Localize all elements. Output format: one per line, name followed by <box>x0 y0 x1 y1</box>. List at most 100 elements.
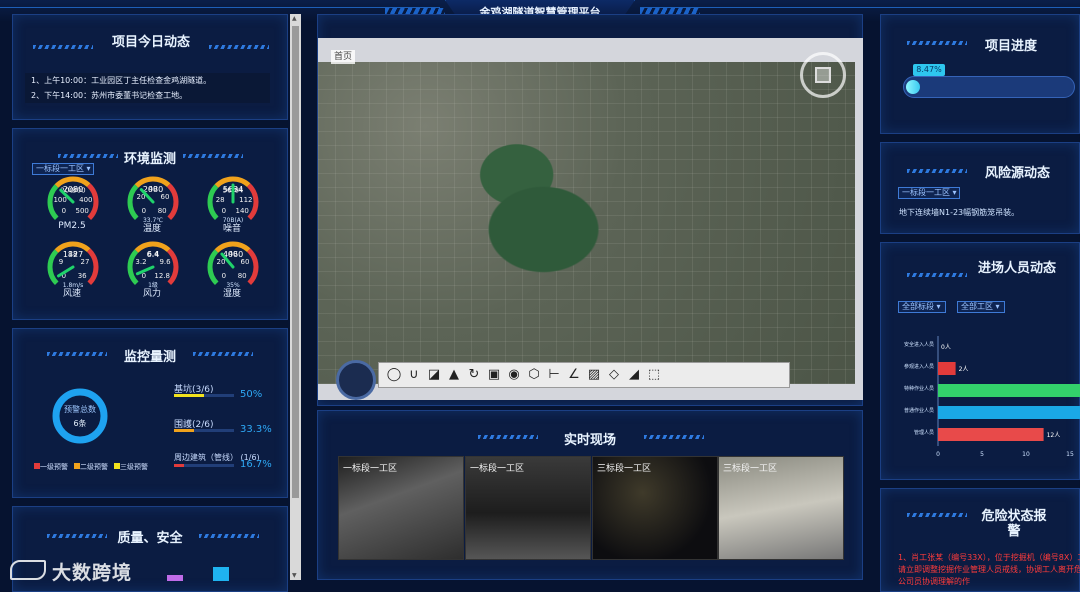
daily-item-2: 2、下午14:00：苏州市委董书记检查工地。 <box>31 91 188 100</box>
volume-icon[interactable]: ◇ <box>605 366 623 384</box>
gauge-tick-pm25-0: 0 <box>62 207 66 215</box>
alarm-line-1: 1、肖工张某（编号33X），位于挖掘机（编号8X）工 <box>898 553 1080 562</box>
magnet-icon[interactable]: ∪ <box>405 366 423 384</box>
satellite-map[interactable] <box>318 62 855 384</box>
gauge-tick-temperature-4: 80 <box>158 207 167 215</box>
warning-legend: 一级预警 二级预警 三级预警 <box>34 462 148 472</box>
watermark-text: 大数跨境 <box>52 562 133 584</box>
gauge-readout-wind-speed: 1827 <box>63 250 83 259</box>
scroll-up-arrow[interactable]: ▲ <box>292 15 297 22</box>
measure-distance-icon[interactable]: ⊢ <box>545 366 563 384</box>
camera-feed-2[interactable]: 一标段一工区 <box>465 456 591 560</box>
gauge-label-wind-force: 风力 <box>142 289 161 299</box>
map-home-button[interactable]: 首页 <box>331 50 355 64</box>
cube-icon[interactable]: ⬡ <box>525 366 543 384</box>
gauge-label-humidity: 湿度 <box>222 289 241 299</box>
title-deco-left <box>907 41 967 45</box>
scroll-thumb[interactable] <box>292 26 299 498</box>
gauge-tick-pm25-1: 100 <box>53 196 66 204</box>
scroll-down-arrow[interactable]: ▼ <box>292 572 297 579</box>
gauge-tick-noise-5: 140 <box>236 207 249 215</box>
daily-projects-panel: 项目今日动态 1、上午10:00：工业园区丁主任检查金鸡湖隧道。 2、下午14:… <box>12 14 288 120</box>
gauge-tick-noise-4: 112 <box>239 196 252 204</box>
title-deco-left <box>907 513 967 517</box>
mouse-icon[interactable]: ◯ <box>385 366 403 384</box>
personnel-bar-chart: 安全进入人员0人参观进入人员2人特种作业人员20人普通作业人员管理人员12人05… <box>904 336 1080 458</box>
watermark-logo <box>10 560 46 580</box>
alarm-title: 危险状态报警 <box>981 509 1047 539</box>
gauge-tick-wind-force-1: 3.2 <box>135 258 146 266</box>
personnel-bar-1 <box>938 362 956 375</box>
progress-fill <box>906 80 921 94</box>
camera-feed-3[interactable]: 三标段一工区 <box>592 456 718 560</box>
personnel-section-value: 全部标段 <box>902 302 934 311</box>
warning-total-ring <box>52 388 108 444</box>
daily-projects-title: 项目今日动态 <box>111 35 190 50</box>
personnel-value-label-1: 2人 <box>959 366 969 373</box>
personnel-area-select[interactable]: 全部工区 ▾ <box>957 301 1005 313</box>
gauge-label-pm25: PM2.5 <box>58 221 86 231</box>
gauge-readout-wind-force: 6.4 <box>147 250 160 259</box>
camera-label-2: 一标段一工区 <box>470 464 525 474</box>
view-icon[interactable]: ◉ <box>505 366 523 384</box>
terrain-icon[interactable]: ▲ <box>445 366 463 384</box>
left-scrollbar[interactable]: ▲ ▼ <box>290 14 301 580</box>
progress-title: 项目进度 <box>985 39 1038 54</box>
gauge-tick-noise-1: 28 <box>216 196 225 204</box>
monitor-bar-fill-3 <box>174 464 185 467</box>
gauge-label-noise: 噪音 <box>222 224 241 234</box>
title-deco-left <box>907 169 967 173</box>
camera-feed-1[interactable]: 一标段一工区 <box>338 456 464 560</box>
legend-text-2: 二级预警 <box>80 463 108 471</box>
camera-feed-4[interactable]: 三标段一工区 <box>718 456 844 560</box>
personnel-bar-3 <box>938 406 1080 419</box>
environment-gauges: 01002003004005002080020406080208033.7℃02… <box>47 176 259 289</box>
capture-icon[interactable]: ▣ <box>485 366 503 384</box>
title-deco-left <box>907 273 967 277</box>
legend-item-1: 一级预警 <box>34 462 68 472</box>
area-icon[interactable]: ▨ <box>585 366 603 384</box>
gauge-tick-pm25-5: 500 <box>76 207 89 215</box>
gauge-tick-wind-speed-3: 27 <box>81 258 90 266</box>
gauge-tick-temperature-0: 0 <box>142 207 146 215</box>
rotate-icon[interactable]: ↻ <box>465 366 483 384</box>
progress-track <box>903 76 1075 98</box>
gauge-tick-pm25-4: 400 <box>79 196 92 204</box>
gauge-tick-humidity-4: 80 <box>238 272 247 280</box>
gauge-tick-wind-speed-4: 36 <box>78 272 87 280</box>
progress-panel: 项目进度 <box>880 14 1080 134</box>
monitor-bar-pct-1: 50% <box>240 389 263 400</box>
quality-bar-1 <box>167 575 183 581</box>
legend-item-3: 三级预警 <box>114 462 148 472</box>
personnel-section-select[interactable]: 全部标段 ▾ <box>898 301 946 313</box>
personnel-x-tick-2: 10 <box>1022 451 1030 458</box>
quality-bar-2 <box>213 567 229 581</box>
top-line-left <box>0 7 440 8</box>
navigation-control[interactable] <box>336 360 376 400</box>
personnel-category-label-0: 安全进入人员 <box>904 341 934 348</box>
legend-text-1: 一级预警 <box>40 463 68 471</box>
pick-icon[interactable]: ◪ <box>425 366 443 384</box>
personnel-x-tick-3: 15 <box>1066 451 1074 458</box>
gauge-tick-noise-0: 0 <box>222 207 226 215</box>
gauge-tick-wind-force-3: 9.6 <box>159 258 171 266</box>
clip-box-icon[interactable]: ⬚ <box>645 366 663 384</box>
layer-switch-icon[interactable] <box>815 67 831 83</box>
personnel-category-label-1: 参观进入人员 <box>904 363 934 370</box>
personnel-area-value: 全部工区 <box>961 302 993 311</box>
alarm-line-2: 请立即调整挖掘作业管理人员戒线，协调工人离开危险区 <box>898 565 1080 574</box>
personnel-category-label-4: 管理人员 <box>914 429 934 436</box>
personnel-value-label-0: 0人 <box>941 344 951 351</box>
risk-section-select[interactable]: 一标段一工区 ▾ <box>898 187 960 199</box>
gauge-tick-temperature-3: 60 <box>161 193 170 201</box>
personnel-category-label-3: 普通作业人员 <box>904 407 934 414</box>
section-icon[interactable]: ◢ <box>625 366 643 384</box>
measure-angle-icon[interactable]: ∠ <box>565 366 583 384</box>
risk-section-value: 一标段一工区 <box>902 188 950 197</box>
daily-list: 1、上午10:00：工业园区丁主任检查金鸡湖隧道。 2、下午14:00：苏州市委… <box>25 73 270 103</box>
gauge-label-temperature: 温度 <box>142 224 161 234</box>
progress-percent: 8.47% <box>913 64 945 76</box>
risk-text: 地下连续墙N1-23幅钢筋笼吊装。 <box>899 208 1020 217</box>
gauge-tick-wind-force-0: 0 <box>142 272 146 280</box>
personnel-value-label-4: 12人 <box>1047 432 1061 439</box>
